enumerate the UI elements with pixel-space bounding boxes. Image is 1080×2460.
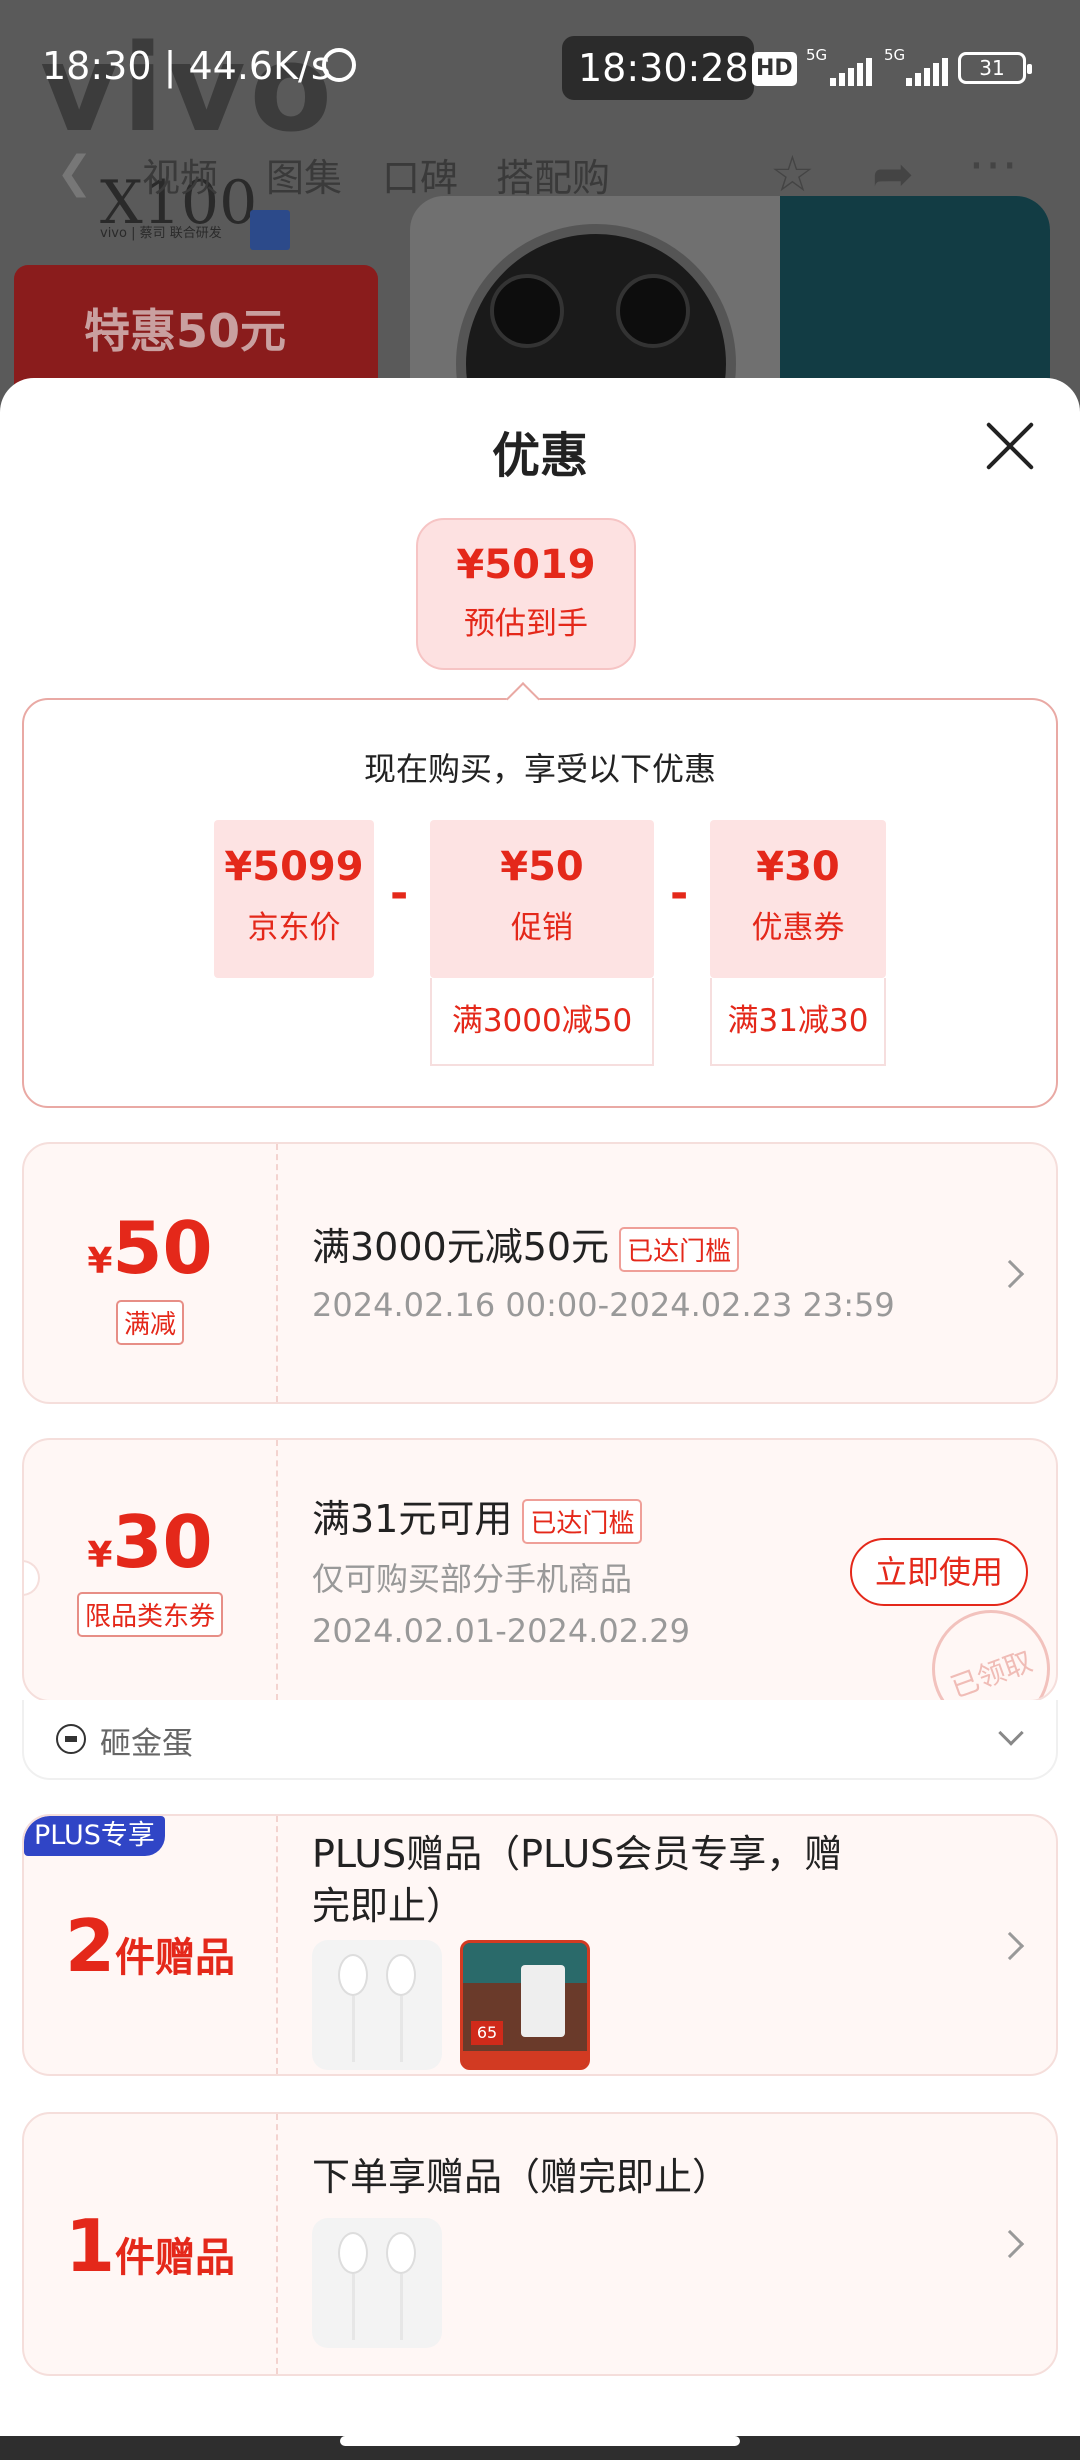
use-now-button[interactable]: 立即使用	[850, 1538, 1028, 1606]
card-divider	[276, 1440, 278, 1700]
camera-lens-icon	[490, 274, 564, 348]
promotion-value: ¥50	[500, 844, 584, 890]
estimated-price-label: 预估到手	[464, 606, 588, 642]
coupon-rule: 满31减30	[710, 978, 886, 1066]
status-clock: 18:30:28	[578, 46, 749, 90]
signal-icon	[906, 58, 951, 86]
plus-gift-title: PLUS赠品（PLUS会员专享，赠完即止）	[312, 1832, 843, 1928]
earphone-wire	[400, 1996, 403, 2062]
discount-sheet: 优惠 ¥5019 预估到手 现在购买，享受以下优惠 ¥5099 京东价 - ¥5…	[0, 378, 1080, 2436]
sheet-title: 优惠	[491, 428, 588, 484]
coupon-card: ¥30 限品类东券 满31元可用 已达门槛 仅可购买部分手机商品 2024.02.…	[22, 1438, 1058, 1702]
status-time: 18:30 | 44.6K/s	[42, 44, 331, 88]
coupon-title: 满31元可用 已达门槛	[312, 1488, 643, 1544]
promotion-amount-area: ¥50 满减	[24, 1144, 276, 1402]
cobrand-text: vivo | 蔡司 联合研发	[100, 226, 222, 241]
price-breakdown: 现在购买，享受以下优惠 ¥5099 京东价 - ¥50 促销 满3000减50 …	[22, 682, 1058, 1108]
tab-video[interactable]: 视频	[142, 147, 218, 202]
golden-egg-icon	[56, 1724, 86, 1754]
promotion-label: 促销	[511, 910, 573, 946]
tab-reviews[interactable]: 口碑	[382, 147, 458, 202]
product-nav-bar: ❮ 视频 图集 口碑 搭配购 ☆ ➦ ⋯	[0, 135, 1080, 205]
earphone-icon	[338, 2232, 368, 2274]
card-divider	[276, 2114, 278, 2374]
estimated-price-badge: ¥5019 预估到手	[416, 518, 636, 670]
earphone-wire	[400, 2274, 403, 2340]
coupon-box: ¥30 优惠券	[710, 820, 886, 978]
promotion-type-tag: 满减	[115, 1300, 184, 1345]
card-divider	[276, 1816, 278, 2074]
network-label: 5G	[806, 46, 828, 64]
threshold-reached-badge: 已达门槛	[522, 1499, 643, 1544]
status-clock-pill: 18:30:28	[562, 36, 754, 100]
promo-banner-text: 特惠50元	[84, 304, 287, 358]
chevron-right-icon	[995, 2229, 1025, 2259]
earphone-gift-thumbnail[interactable]	[312, 1940, 442, 2070]
earphone-wire	[352, 2274, 355, 2340]
order-gift-title: 下单享赠品（赠完即止）	[312, 2155, 731, 2199]
order-gift-count: 1件赠品	[64, 2204, 236, 2288]
signal-icon	[830, 58, 875, 86]
earphone-icon	[386, 1954, 416, 1996]
minus-sign: -	[670, 868, 689, 919]
promotion-box: ¥50 促销	[430, 820, 654, 978]
share-icon[interactable]: ➦	[872, 145, 914, 203]
router-price-tag: 65	[471, 2021, 503, 2045]
coupon-amount-area: ¥30 限品类东券	[24, 1440, 276, 1700]
card-divider	[276, 1144, 278, 1402]
chevron-right-icon	[995, 1259, 1025, 1289]
tab-bundle[interactable]: 搭配购	[496, 147, 610, 202]
plus-gift-card[interactable]: PLUS专享 2件赠品 PLUS赠品（PLUS会员专享，赠完即止） 65	[22, 1814, 1058, 2076]
close-icon[interactable]	[984, 420, 1036, 472]
order-gift-card[interactable]: 1件赠品 下单享赠品（赠完即止）	[22, 2112, 1058, 2376]
router-gift-thumbnail[interactable]: 65	[460, 1940, 590, 2070]
breakdown-pointer	[506, 682, 540, 716]
hd-icon: HD	[752, 52, 797, 86]
earphone-gift-thumbnail[interactable]	[312, 2218, 442, 2348]
favorite-star-icon[interactable]: ☆	[770, 145, 815, 203]
estimated-price: ¥5019	[456, 542, 596, 588]
alarm-icon	[322, 48, 356, 82]
battery-icon: 31	[958, 52, 1032, 84]
earphone-icon	[338, 1954, 368, 1996]
coupon-scope: 仅可购买部分手机商品	[312, 1560, 633, 1598]
plus-gift-count: 2件赠品	[64, 1904, 236, 1988]
router-band	[463, 2051, 587, 2067]
promotion-card[interactable]: ¥50 满减 满3000元减50元 已达门槛 2024.02.16 00:00-2…	[22, 1142, 1058, 1404]
coupon-label: 优惠券	[751, 910, 845, 946]
jd-price-box: ¥5099 京东价	[214, 820, 374, 978]
coupon-amount: ¥30	[87, 1500, 213, 1584]
home-indicator[interactable]	[340, 2436, 740, 2446]
tab-gallery[interactable]: 图集	[266, 147, 342, 202]
jd-price-value: ¥5099	[224, 844, 364, 890]
camera-lens-icon	[616, 274, 690, 348]
promotion-amount: ¥50	[87, 1206, 213, 1290]
router-icon	[521, 1965, 565, 2037]
coupon-period: 2024.02.01-2024.02.29	[312, 1612, 690, 1650]
status-bar: 18:30 | 44.6K/s 18:30:28 HD 5G 5G 31	[0, 0, 1080, 135]
golden-egg-label: 砸金蛋	[100, 1726, 193, 1762]
network-label: 5G	[884, 46, 906, 64]
jd-price-label: 京东价	[247, 910, 341, 946]
more-icon[interactable]: ⋯	[968, 135, 1018, 193]
threshold-reached-badge: 已达门槛	[619, 1227, 740, 1272]
golden-egg-row[interactable]: 砸金蛋	[22, 1700, 1058, 1780]
zeiss-logo-icon	[250, 210, 290, 250]
coupon-value: ¥30	[756, 844, 840, 890]
breakdown-headline: 现在购买，享受以下优惠	[363, 750, 716, 788]
claimed-stamp: 已领取	[932, 1610, 1050, 1700]
back-icon[interactable]: ❮	[56, 147, 93, 198]
earphone-wire	[352, 1996, 355, 2062]
chevron-down-icon	[998, 1720, 1024, 1746]
promotion-period: 2024.02.16 00:00-2024.02.23 23:59	[312, 1286, 895, 1324]
plus-exclusive-badge: PLUS专享	[24, 1816, 165, 1856]
earphone-icon	[386, 2232, 416, 2274]
promotion-title: 满3000元减50元 已达门槛	[312, 1216, 740, 1272]
coupon-type-tag: 限品类东券	[76, 1592, 223, 1637]
minus-sign: -	[390, 868, 409, 919]
promotion-rule: 满3000减50	[430, 978, 654, 1066]
chevron-right-icon	[995, 1931, 1025, 1961]
